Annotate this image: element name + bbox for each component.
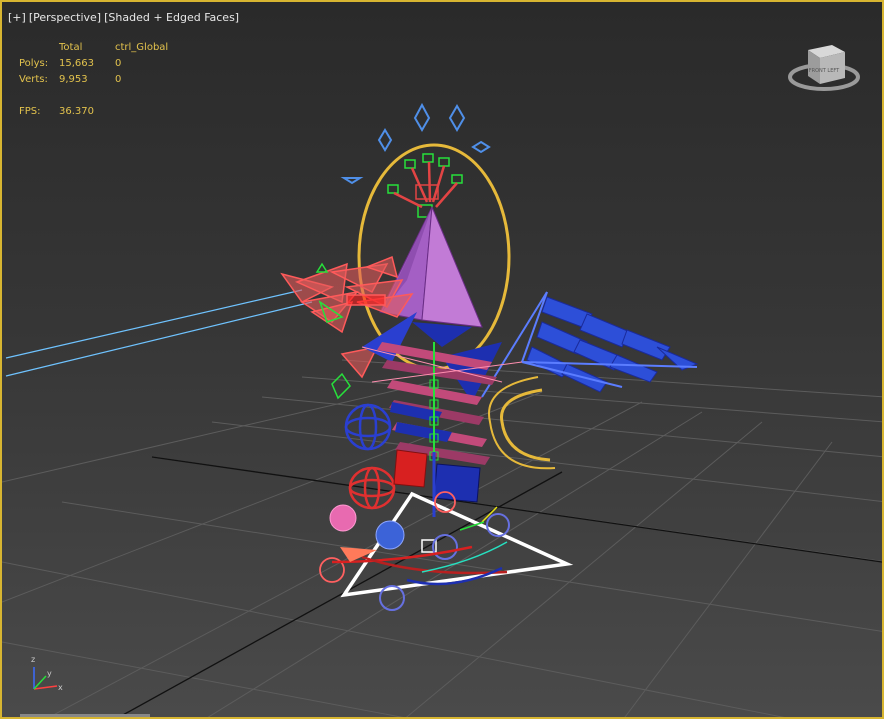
right-wing-controls[interactable] [526,296,699,393]
fps-value: 36.370 [59,106,94,117]
head-diamond-controls[interactable] [340,102,491,185]
viewport-statistics: Total ctrl_Global Polys: 15,663 0 Verts:… [19,41,168,89]
perspective-viewport[interactable]: FRONT LEFT z x y [+] [Perspective] [Shaded… [0,0,884,719]
scene-canvas[interactable]: FRONT LEFT z x y [2,2,884,719]
fps-label: FPS: [19,106,41,117]
viewcube-face-label: FRONT LEFT [809,68,840,74]
stats-header-selection: ctrl_Global [115,41,169,53]
svg-text:x: x [58,683,63,692]
viewport-pov-menu[interactable]: [Perspective] [29,11,101,24]
svg-text:y: y [47,669,52,678]
viewport-shading-menu[interactable]: [Shaded + Edged Faces] [104,11,239,24]
stats-row: Verts: 9,953 0 [19,73,122,85]
c-shape-control[interactable] [500,388,551,462]
time-slider-edge [20,714,150,717]
chest-gimbal-control[interactable] [344,403,392,451]
ground-triangle-control[interactable] [340,491,574,598]
viewport-general-menu[interactable]: [+] [8,11,26,24]
grid-center-axes [117,456,882,717]
stats-header-total: Total [59,41,83,53]
stats-row: Polys: 15,663 0 [19,57,122,69]
ik-guide-lines [5,289,313,377]
axis-tripod: z x y [31,655,63,692]
fps-readout: FPS: 36.370 [19,106,94,117]
svg-text:z: z [31,655,35,664]
viewcube[interactable] [788,45,860,91]
viewport-label-menu[interactable]: [+] [Perspective] [Shaded + Edged Faces] [8,11,242,24]
finger-controls[interactable] [387,153,463,218]
